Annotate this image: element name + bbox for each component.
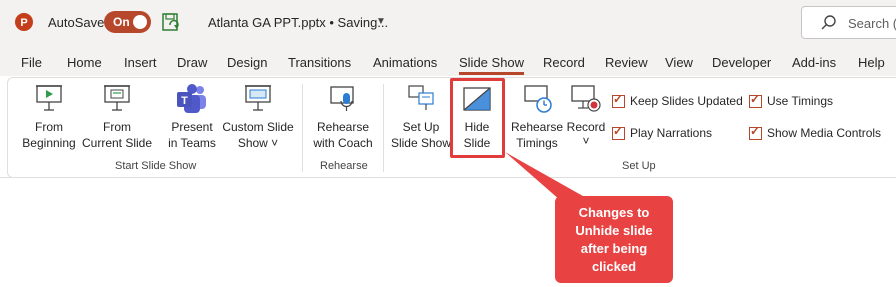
checkmark-icon: ✓ — [613, 92, 624, 106]
save-sync-icon[interactable] — [161, 12, 181, 32]
callout-line: clicked — [591, 259, 637, 274]
tab-developer[interactable]: Developer — [712, 55, 771, 70]
record-icon — [571, 85, 601, 112]
rehearse-with-coach-button[interactable]: Rehearse with Coach — [308, 83, 378, 153]
tab-help[interactable]: Help — [858, 55, 885, 70]
rehearse-coach-label-1: Rehearse — [316, 120, 370, 134]
record-button[interactable]: Record ˅ — [564, 83, 608, 153]
tab-slide-show[interactable]: Slide Show — [459, 55, 524, 70]
checkmark-icon: ✓ — [613, 124, 624, 138]
tab-insert[interactable]: Insert — [124, 55, 157, 70]
tab-design[interactable]: Design — [227, 55, 267, 70]
document-title[interactable]: Atlanta GA PPT.pptx • Saving... — [208, 15, 388, 30]
active-tab-indicator — [459, 72, 524, 75]
tab-record[interactable]: Record — [543, 55, 585, 70]
presentation-screen-current-icon — [104, 85, 130, 111]
custom-show-label-2: Show ˅ — [237, 136, 279, 150]
search-placeholder: Search ( — [848, 16, 896, 31]
from-beginning-label-1: From — [35, 120, 63, 134]
keep-slides-updated-label: Keep Slides Updated — [630, 94, 743, 108]
callout-line: after being — [580, 241, 648, 256]
checkmark-icon: ✓ — [750, 92, 761, 106]
tab-view[interactable]: View — [665, 55, 693, 70]
rehearse-timings-label-1: Rehearse — [510, 120, 564, 134]
setup-show-label-2: Slide Show — [390, 136, 452, 150]
group-label-start-slide-show: Start Slide Show — [115, 160, 197, 172]
autosave-label: AutoSave — [48, 15, 105, 30]
powerpoint-logo-icon: P — [15, 13, 33, 31]
callout-line: Changes to — [578, 205, 650, 220]
search-input[interactable]: Search ( — [801, 6, 896, 39]
presentation-screen-play-icon — [36, 85, 62, 111]
custom-show-screen-icon — [245, 85, 271, 111]
ribbon-bottom-border — [0, 177, 896, 178]
group-label-rehearse: Rehearse — [320, 160, 368, 172]
rehearse-coach-label-2: with Coach — [313, 136, 373, 150]
hide-slide-highlight-box — [450, 78, 505, 158]
tab-home[interactable]: Home — [67, 55, 102, 70]
present-teams-label-2: in Teams — [168, 136, 216, 150]
autosave-toggle-state: On — [113, 15, 130, 29]
menu-bar: File Home Insert Draw Design Transitions… — [0, 46, 896, 76]
annotation-callout: Changes to Unhide slide after being clic… — [555, 196, 673, 283]
checkmark-icon: ✓ — [750, 124, 761, 138]
from-beginning-label-2: Beginning — [22, 136, 76, 150]
from-current-slide-button[interactable]: From Current Slide — [82, 83, 152, 153]
present-in-teams-button[interactable]: T Present in Teams — [162, 83, 222, 153]
svg-text:P: P — [20, 17, 27, 29]
setup-show-label-1: Set Up — [402, 120, 440, 134]
autosave-toggle[interactable]: On — [104, 11, 151, 33]
tab-draw[interactable]: Draw — [177, 55, 207, 70]
tab-animations[interactable]: Animations — [373, 55, 437, 70]
tab-review[interactable]: Review — [605, 55, 648, 70]
callout-line: Unhide slide — [575, 223, 653, 238]
tab-add-ins[interactable]: Add-ins — [792, 55, 836, 70]
present-teams-label-1: Present — [171, 120, 213, 134]
group-label-set-up: Set Up — [622, 160, 656, 172]
rehearse-coach-icon — [330, 86, 354, 111]
rehearse-timings-label-2: Timings — [516, 136, 558, 150]
rehearse-timings-button[interactable]: Rehearse Timings — [510, 83, 564, 153]
setup-show-icon — [408, 85, 434, 110]
tab-transitions[interactable]: Transitions — [288, 55, 351, 70]
use-timings-label: Use Timings — [767, 94, 834, 108]
teams-icon: T — [177, 84, 206, 113]
callout-text: Changes to Unhide slide after being clic… — [555, 204, 673, 276]
from-current-label-2: Current Slide — [82, 136, 153, 150]
custom-show-label-1: Custom Slide — [222, 120, 294, 134]
search-icon — [821, 15, 836, 30]
set-up-slide-show-button[interactable]: Set Up Slide Show — [390, 83, 452, 153]
custom-slide-show-button[interactable]: Custom Slide Show ˅ — [220, 83, 296, 153]
rehearse-timings-icon — [524, 85, 552, 113]
group-separator — [383, 84, 384, 172]
from-current-label-1: From — [103, 120, 131, 134]
tab-file[interactable]: File — [21, 55, 42, 70]
group-separator — [302, 84, 303, 172]
svg-text:T: T — [181, 95, 188, 107]
show-media-controls-label: Show Media Controls — [767, 126, 882, 140]
title-bar: P AutoSave On Atlanta GA PPT.pptx • Savi… — [0, 0, 896, 46]
play-narrations-label: Play Narrations — [630, 126, 713, 140]
from-beginning-button[interactable]: From Beginning — [20, 83, 78, 153]
toggle-knob — [133, 15, 147, 29]
chevron-down-icon[interactable]: ▼ — [376, 16, 386, 27]
chevron-down-icon[interactable]: ˅ — [564, 133, 608, 149]
